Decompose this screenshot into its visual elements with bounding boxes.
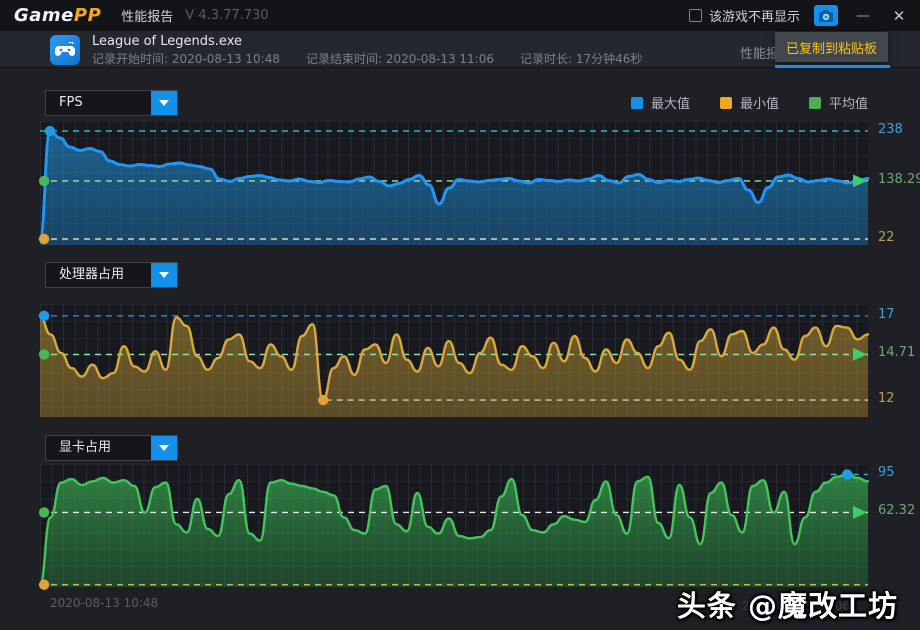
chevron-down-icon[interactable] <box>151 263 177 287</box>
fps-chart-header: FPS 最大值 最小值 平均值 <box>45 89 868 116</box>
metric-dropdown-cpu[interactable]: 处理器占用 <box>45 262 178 288</box>
legend-label-avg: 平均值 <box>829 93 868 112</box>
minimize-button[interactable]: — <box>852 8 874 24</box>
titlebar: GamePP 性能报告 V 4.3.77.730 该游戏不再显示 — ✕ <box>0 0 920 31</box>
cpu-chart-row: 17 14.71 12 <box>40 304 920 417</box>
chevron-down-icon[interactable] <box>151 91 177 115</box>
gpu-chart-row: 95 62.32 <box>40 464 920 587</box>
game-icon <box>50 35 80 65</box>
fps-max-label: 238 <box>878 122 903 137</box>
max-swatch <box>631 97 643 109</box>
logo-pp-text: PP <box>74 5 101 26</box>
legend-label-max: 最大值 <box>651 93 690 112</box>
chart-start-timestamp: 2020-08-13 10:48 <box>50 596 158 610</box>
dropdown-value: 处理器占用 <box>46 263 151 287</box>
metric-dropdown-gpu[interactable]: 显卡占用 <box>45 435 178 461</box>
gpu-chart <box>40 464 868 587</box>
metric-dropdown-fps[interactable]: FPS <box>45 90 178 116</box>
legend-label-min: 最小值 <box>740 93 779 112</box>
clipboard-tooltip: 已复制到粘贴板 <box>775 32 888 62</box>
logo-game-text: Game <box>14 5 74 26</box>
cpu-chart <box>40 304 868 417</box>
legend-item-min[interactable]: 最小值 <box>720 93 779 112</box>
dropdown-value: FPS <box>46 91 151 115</box>
chart-legend: 最大值 最小值 平均值 <box>631 93 868 112</box>
cpu-max-label: 17 <box>878 307 895 322</box>
fps-avg-label: 138.29 <box>878 172 920 187</box>
legend-item-avg[interactable]: 平均值 <box>809 93 868 112</box>
version-text: V 4.3.77.730 <box>185 8 268 23</box>
watermark: 头条 @魔改工坊 <box>677 583 898 625</box>
cpu-chart-header: 处理器占用 <box>45 261 868 288</box>
gpu-max-label: 95 <box>878 465 895 480</box>
camera-icon <box>819 10 833 22</box>
gpu-avg-label: 62.32 <box>878 503 915 518</box>
cpu-min-label: 12 <box>878 391 895 406</box>
session-infobar: League of Legends.exe 记录开始时间: 2020-08-13… <box>0 31 920 68</box>
fps-chart-row: 238 138.29 22 <box>40 121 920 245</box>
cpu-avg-label: 14.71 <box>878 345 915 360</box>
avg-swatch <box>809 97 821 109</box>
gamepp-window: GamePP 性能报告 V 4.3.77.730 该游戏不再显示 — ✕ <box>0 0 920 630</box>
legend-item-max[interactable]: 最大值 <box>631 93 690 112</box>
close-button[interactable]: ✕ <box>888 7 910 25</box>
window-title: 性能报告 <box>121 6 173 25</box>
gamepp-logo: GamePP <box>14 5 101 26</box>
dropdown-value: 显卡占用 <box>46 436 151 460</box>
chevron-down-icon[interactable] <box>151 436 177 460</box>
record-duration: 记录时长: 17分钟46秒 <box>520 50 642 67</box>
active-tab-indicator <box>775 65 890 68</box>
checkbox-label: 该游戏不再显示 <box>709 6 800 25</box>
gamepad-icon <box>55 42 75 58</box>
hide-game-checkbox[interactable]: 该游戏不再显示 <box>689 6 800 25</box>
game-name: League of Legends.exe <box>92 34 242 49</box>
fps-min-label: 22 <box>878 230 895 245</box>
record-start-time: 记录开始时间: 2020-08-13 10:48 <box>92 50 280 67</box>
record-end-time: 记录结束时间: 2020-08-13 11:06 <box>306 50 494 67</box>
checkbox-box[interactable] <box>689 9 702 22</box>
screenshot-button[interactable] <box>814 5 838 26</box>
min-swatch <box>720 97 732 109</box>
fps-chart <box>40 121 868 245</box>
gpu-chart-header: 显卡占用 <box>45 434 868 461</box>
